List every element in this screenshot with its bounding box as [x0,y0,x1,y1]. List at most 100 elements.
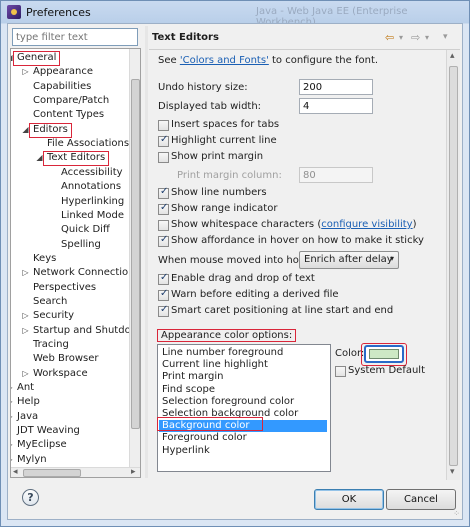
tree-horizontal-scroll-thumb[interactable] [23,469,81,477]
tree-item-annotations[interactable]: Annotations [61,180,121,194]
color-option-item[interactable]: Selection foreground color [159,396,327,408]
tree-item-quick-diff[interactable]: Quick Diff [61,223,110,237]
color-option-item[interactable]: Print margin [159,371,327,383]
filter-input[interactable] [12,28,138,46]
tree-item-security[interactable]: Security [33,309,74,323]
warn-derived-checkbox[interactable] [158,288,169,301]
chevron-down-icon: ▾ [389,254,394,263]
collapsed-twisty-icon[interactable]: ▷ [11,381,14,395]
color-option-item[interactable]: Line number foreground [159,347,327,359]
collapsed-twisty-icon[interactable]: ▷ [21,65,30,79]
pane-sash[interactable] [145,26,148,478]
tree-item-editors[interactable]: Editors [29,122,72,138]
print-margin-checkbox[interactable] [158,152,169,163]
page-vertical-scrollbar[interactable]: ▴ ▾ [446,50,460,480]
system-default-label: System Default [348,365,426,376]
tree-item-general[interactable]: General [13,51,61,66]
collapsed-twisty-icon[interactable]: ▷ [11,395,14,409]
window-title: Preferences [26,6,91,19]
appearance-label-highlight: Appearance color options: [157,329,297,342]
collapsed-twisty-icon[interactable]: ▷ [11,453,14,467]
forward-history-menu-icon[interactable]: ▾ [425,33,429,42]
tree-item-content-types[interactable]: Content Types [33,108,104,122]
print-margin-label: Show print margin [171,151,264,162]
ok-button[interactable]: OK [314,489,384,510]
help-icon[interactable]: ? [22,489,39,506]
color-option-item[interactable]: Current line highlight [159,359,327,371]
color-option-item[interactable]: Find scope [159,384,327,396]
tree-item-java[interactable]: Java [17,410,38,424]
collapsed-twisty-icon[interactable]: ▷ [21,266,30,280]
collapsed-twisty-icon[interactable]: ▷ [11,438,14,452]
system-default-checkbox[interactable] [335,366,346,377]
tree-item-text-editors[interactable]: Text Editors [43,151,110,167]
page-header: Text Editors ⇦ ▾ ⇨ ▾ ▾ [149,26,460,50]
back-arrow-icon[interactable]: ⇦ [385,31,394,44]
collapsed-twisty-icon[interactable]: ▷ [21,324,30,338]
scroll-up-arrow[interactable]: ▴ [450,51,455,61]
tree-item-jdt-weaving[interactable]: JDT Weaving [17,424,80,438]
color-picker-button[interactable] [364,345,404,363]
hover-behavior-label: When mouse moved into hover: [158,255,319,266]
tree-item-myeclipse[interactable]: MyEclipse [17,438,67,452]
appearance-color-options-label: Appearance color options: [161,330,293,341]
title-bar[interactable]: Preferences Java - Web Java EE (Enterpri… [1,1,469,28]
tree-vertical-scrollbar[interactable] [129,49,140,469]
tree-item-compare-patch[interactable]: Compare/Patch [33,94,109,108]
tree-item-file-associations[interactable]: File Associations [47,137,129,151]
tab-width-input[interactable] [299,98,373,114]
tree-item-hyperlinking[interactable]: Hyperlinking [61,195,124,209]
collapsed-twisty-icon[interactable]: ▷ [11,410,14,424]
tree-item-accessibility[interactable]: Accessibility [61,166,123,180]
tree-item-linked-mode[interactable]: Linked Mode [61,209,124,223]
forward-arrow-icon[interactable]: ⇨ [411,31,420,44]
tree-item-keys[interactable]: Keys [33,252,56,266]
cancel-button[interactable]: Cancel [386,489,456,510]
colors-and-fonts-link[interactable]: 'Colors and Fonts' [180,55,269,66]
color-option-item[interactable]: Hyperlink [159,445,327,457]
tree-item-startup-and-shutdown[interactable]: Startup and Shutdown [33,324,130,338]
tree-item-tracing[interactable]: Tracing [33,338,69,352]
insert-spaces-checkbox[interactable] [158,120,169,131]
collapsed-twisty-icon[interactable]: ▷ [21,309,30,323]
hover-behavior-dropdown[interactable]: Enrich after delay ▾ [299,251,399,269]
resize-grip-icon[interactable]: ⁘ [453,509,460,518]
collapsed-twisty-icon[interactable]: ▷ [21,367,30,381]
scroll-right-arrow[interactable]: ▸ [131,467,136,477]
tree-vertical-scroll-thumb[interactable] [131,79,140,429]
back-history-menu-icon[interactable]: ▾ [399,33,403,42]
highlight-line-checkbox[interactable] [158,134,169,147]
whitespace-checkbox[interactable] [158,220,169,231]
view-menu-icon[interactable]: ▾ [443,32,448,42]
tree-horizontal-scrollbar[interactable]: ◂ ▸ [11,467,140,477]
tree-item-search[interactable]: Search [33,295,67,309]
tree-item-mylyn[interactable]: Mylyn [17,453,47,467]
tree-item-workspace[interactable]: Workspace [33,367,88,381]
tree-item-capabilities[interactable]: Capabilities [33,80,91,94]
drag-drop-checkbox[interactable] [158,272,169,285]
tree-item-help[interactable]: Help [17,395,40,409]
tree-item-ant[interactable]: Ant [17,381,34,395]
tree-item-network-connections[interactable]: Network Connections [33,266,130,280]
tree-item-perspectives[interactable]: Perspectives [33,281,96,295]
tree-item-web-browser[interactable]: Web Browser [33,352,99,366]
smart-caret-label: Smart caret positioning at line start an… [171,305,394,316]
tree-item-appearance[interactable]: Appearance [33,65,93,79]
print-margin-column-input[interactable] [299,167,373,183]
scroll-down-arrow[interactable]: ▾ [450,467,455,477]
line-numbers-checkbox[interactable] [158,186,169,199]
color-options-list[interactable]: Line number foreground Current line highl… [157,344,331,472]
tree-viewport: ◢General▷AppearanceCapabilitiesCompare/P… [11,49,130,469]
smart-caret-checkbox[interactable] [158,304,169,317]
color-swatch [369,349,399,359]
tree-item-spelling[interactable]: Spelling [61,238,101,252]
affordance-checkbox[interactable] [158,234,169,247]
configure-visibility-link[interactable]: configure visibility [321,219,412,230]
colors-fonts-intro: See 'Colors and Fonts' to configure the … [158,55,378,66]
scroll-left-arrow[interactable]: ◂ [13,467,18,477]
color-option-item[interactable]: Foreground color [159,432,327,444]
intro-prefix: See [158,55,180,66]
undo-history-input[interactable] [299,79,373,95]
page-vertical-scroll-thumb[interactable] [449,66,458,466]
range-indicator-checkbox[interactable] [158,202,169,215]
